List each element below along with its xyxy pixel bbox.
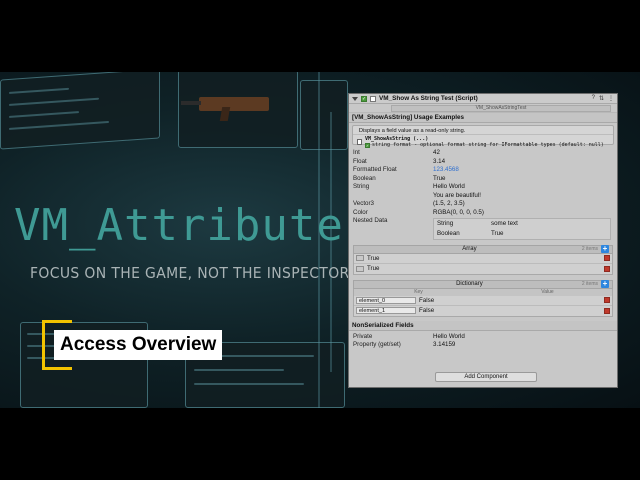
- field-row-boolean: Boolean True: [353, 174, 446, 182]
- dictionary-count: 2 items: [581, 281, 598, 287]
- array-list: True True: [353, 253, 613, 275]
- drag-handle-icon[interactable]: [356, 265, 364, 272]
- array-count: 2 items: [581, 246, 598, 252]
- list-item: True: [354, 264, 612, 274]
- dictionary-header[interactable]: Dictionary 2 items +: [353, 279, 613, 289]
- help-box-description: Displays a field value as a read-only st…: [353, 126, 613, 135]
- nested-row: Boolean True: [437, 230, 504, 237]
- dictionary-add-button[interactable]: +: [601, 280, 609, 288]
- dictionary-list: element_0 False element_1 False: [353, 295, 613, 317]
- delete-item-button[interactable]: [604, 307, 610, 314]
- field-row-int: Int 42: [353, 149, 440, 156]
- nonserialized-list: Private Hello World Property (get/set) 3.1…: [349, 331, 617, 352]
- script-row: VM_ShowAsStringTest: [349, 104, 617, 113]
- component-header[interactable]: ✓ VM_Show As String Test (Script) ? ⇅ ⋮: [349, 94, 617, 104]
- script-file-icon: [370, 95, 376, 102]
- nested-data-box: String some text Boolean True: [433, 217, 611, 240]
- background-window: [300, 80, 348, 150]
- foldout-arrow-icon[interactable]: [352, 96, 358, 101]
- dictionary-title: Dictionary: [456, 281, 483, 287]
- param-check-icon: ✓: [365, 142, 370, 148]
- more-options-icon[interactable]: ⋮: [608, 95, 614, 102]
- nested-row: String some text: [437, 220, 518, 227]
- component-title: VM_Show As String Test (Script): [379, 95, 478, 102]
- background-window-rifle: [178, 72, 298, 148]
- help-icon[interactable]: ?: [592, 95, 595, 102]
- preset-icon[interactable]: ⇅: [599, 95, 604, 102]
- field-row-string: String Hello World You are beautiful!: [353, 183, 481, 199]
- background-window: [0, 72, 160, 150]
- delete-item-button[interactable]: [604, 265, 610, 272]
- hero-subtitle: FOCUS ON THE GAME, NOT THE INSPECTOR: [30, 264, 350, 282]
- field-list: Int 42 Float 3.14 Formatted Float 123.4568 …: [349, 147, 617, 242]
- field-row-formatted-float: Formatted Float 123.4568: [353, 166, 459, 173]
- inspector-panel: ✓ VM_Show As String Test (Script) ? ⇅ ⋮ …: [348, 93, 618, 388]
- field-row-float: Float 3.14: [353, 157, 446, 165]
- add-component-button[interactable]: Add Component: [435, 372, 537, 382]
- nonserialized-title: NonSerialized Fields: [349, 320, 617, 331]
- delete-item-button[interactable]: [604, 255, 610, 261]
- array-add-button[interactable]: +: [601, 245, 609, 253]
- info-doc-icon: [357, 139, 362, 145]
- rifle-image: [181, 97, 269, 111]
- table-row: element_0 False: [354, 296, 612, 306]
- help-box-param: string format - optional format string f…: [372, 142, 604, 148]
- field-row-color: Color RGBA(0, 0, 0, 0.5): [353, 208, 484, 216]
- delete-item-button[interactable]: [604, 297, 610, 303]
- dictionary-columns: Key Value: [353, 288, 613, 296]
- field-row-vector3: Vector3 (1.5, 2, 3.5): [353, 200, 465, 207]
- hero-title: VM_Attributes: [14, 200, 372, 251]
- list-item: True: [354, 254, 612, 264]
- dictionary-key-field[interactable]: element_1: [356, 307, 416, 314]
- script-field[interactable]: VM_ShowAsStringTest: [391, 104, 611, 112]
- field-row-private: Private Hello World: [353, 332, 465, 340]
- section-title: [VM_ShowAsString] Usage Examples: [349, 113, 617, 123]
- array-header[interactable]: Array 2 items +: [353, 244, 613, 254]
- script-enabled-checkbox[interactable]: ✓: [361, 95, 367, 102]
- array-title: Array: [462, 246, 477, 252]
- help-box: Displays a field value as a read-only st…: [352, 125, 614, 148]
- table-row: element_1 False: [354, 306, 612, 316]
- field-row-property: Property (get/set) 3.14159: [353, 341, 456, 348]
- dictionary-key-field[interactable]: element_0: [356, 296, 416, 304]
- access-overview-badge: Access Overview: [54, 330, 223, 360]
- drag-handle-icon[interactable]: [356, 255, 364, 261]
